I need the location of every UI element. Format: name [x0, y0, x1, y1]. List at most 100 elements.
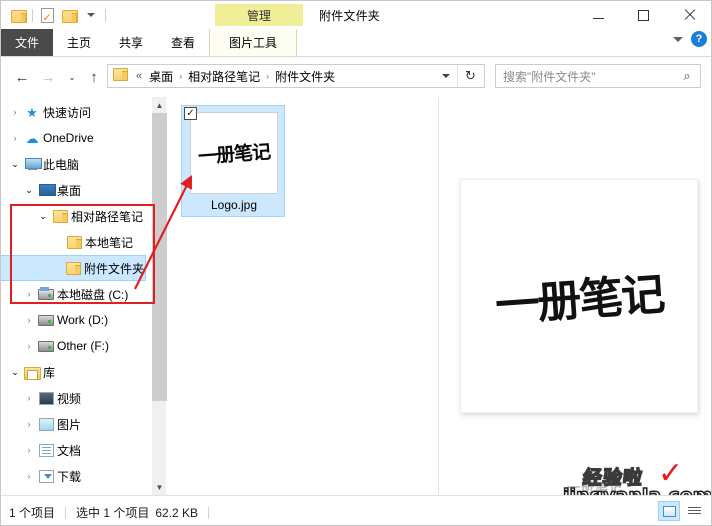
expand-chevron-icon[interactable]: › [21, 341, 37, 351]
tab-file[interactable]: 文件 [1, 29, 54, 56]
breadcrumb-relative-path-notes[interactable]: 相对路径笔记 [185, 67, 263, 86]
status-text-group: 1 个项目 选中 1 个项目 62.2 KB [9, 504, 210, 521]
forward-button[interactable]: → [37, 66, 59, 88]
address-bar[interactable]: « 桌面 › 相对路径笔记 › 附件文件夹 ↻ [107, 64, 485, 88]
title-bar: ✓ 管理 附件文件夹 [1, 1, 711, 29]
expand-chevron-icon[interactable]: › [21, 393, 37, 403]
thumbnail-text: 一册笔记 [197, 141, 271, 168]
tree-item-label: 桌面 [57, 183, 82, 198]
toolbar-divider [32, 8, 33, 22]
collapse-chevron-icon[interactable]: ⌄ [7, 159, 23, 170]
scrollbar-thumb[interactable] [152, 113, 167, 401]
toolbar-divider-2 [105, 8, 106, 22]
file-name-label: Logo.jpg [210, 198, 258, 212]
view-large-icons-button[interactable] [658, 501, 680, 521]
view-details-button[interactable] [683, 501, 705, 521]
tree-item-local-notes[interactable]: 本地笔记 [1, 229, 151, 255]
address-history-dropdown[interactable] [436, 65, 456, 87]
status-divider-2 [208, 506, 210, 519]
tree-item-other-f[interactable]: › Other (F:) [1, 333, 151, 359]
maximize-button[interactable] [621, 1, 666, 29]
tree-item-desktop[interactable]: ⌄ 桌面 [1, 177, 151, 203]
tree-item-downloads[interactable]: › 下载 [1, 463, 151, 489]
recent-locations-button[interactable]: ⌄ [61, 66, 83, 88]
search-icon[interactable]: ⌕ [674, 68, 700, 84]
close-button[interactable] [666, 1, 711, 29]
navigation-scrollbar[interactable]: ▲ ▼ [151, 97, 167, 495]
expand-chevron-icon[interactable]: › [21, 419, 37, 429]
minimize-button[interactable] [576, 1, 621, 29]
search-box[interactable]: 搜索"附件文件夹" ⌕ [495, 64, 701, 88]
tab-picture-tools[interactable]: 图片工具 [209, 29, 298, 56]
collapse-chevron-icon[interactable]: ⌄ [35, 211, 51, 222]
up-button[interactable]: ↑ [83, 66, 105, 88]
breadcrumb-desktop[interactable]: 桌面 [146, 67, 176, 86]
scroll-down-icon[interactable]: ▼ [152, 479, 167, 495]
tree-item-local-disk-c[interactable]: › 本地磁盘 (C:) [1, 281, 151, 307]
expand-chevron-icon[interactable]: › [7, 133, 23, 143]
breadcrumb-chevron-1[interactable]: › [179, 71, 182, 81]
tree-item-label: 图片 [57, 417, 82, 432]
status-selection: 选中 1 个项目 [76, 506, 150, 520]
tree-item-libraries[interactable]: ⌄ 库 [1, 359, 151, 385]
tree-item-relative-path-notes[interactable]: ⌄ 相对路径笔记 [1, 203, 151, 229]
file-checkbox[interactable]: ✓ [184, 107, 197, 120]
help-icon[interactable]: ? [691, 31, 707, 47]
new-folder-icon[interactable] [58, 4, 80, 26]
tab-share-label: 共享 [119, 36, 144, 50]
expand-chevron-icon[interactable]: › [21, 289, 37, 299]
tab-view[interactable]: 查看 [157, 29, 209, 56]
tree-item-onedrive[interactable]: › ☁ OneDrive [1, 125, 151, 151]
address-bar-row: ← → ⌄ ↑ « 桌面 › 相对路径笔记 › 附件文件夹 ↻ 搜索"附件文件夹… [1, 58, 711, 95]
drive-icon [37, 286, 55, 300]
preview-pane: 一册笔记 [439, 97, 711, 495]
refresh-icon[interactable]: ↻ [457, 65, 483, 87]
folder-icon [64, 262, 82, 275]
tree-item-documents[interactable]: › 文档 [1, 437, 151, 463]
tree-item-label: 快速访问 [43, 105, 92, 120]
file-thumbnail: 一册笔记 [190, 112, 278, 194]
tree-item-label: OneDrive [43, 131, 94, 145]
ribbon-tabs: 文件 主页 共享 查看 图片工具 [1, 29, 298, 56]
tree-item-attachment-folder[interactable]: 附件文件夹 [1, 255, 146, 281]
tab-home-label: 主页 [67, 36, 92, 50]
tab-file-label: 文件 [15, 36, 40, 50]
tab-share[interactable]: 共享 [105, 29, 157, 56]
properties-icon[interactable]: ✓ [36, 4, 58, 26]
tree-item-label: 视频 [57, 391, 82, 406]
breadcrumb-overflow-icon[interactable]: « [136, 70, 142, 82]
chevron-down-icon[interactable] [673, 36, 683, 42]
file-list-view[interactable]: 一册笔记 ✓ Logo.jpg [167, 97, 438, 495]
status-bar: 1 个项目 选中 1 个项目 62.2 KB [1, 495, 711, 525]
tree-item-label: 库 [43, 365, 56, 380]
tab-picture-tools-label: 图片工具 [229, 36, 278, 50]
expand-chevron-icon[interactable]: › [21, 445, 37, 455]
tree-item-label: 本地磁盘 (C:) [57, 287, 129, 302]
customize-caret-icon[interactable] [80, 4, 102, 26]
desktop-icon [37, 184, 56, 196]
search-input[interactable]: 搜索"附件文件夹" [496, 68, 674, 85]
tree-item-work-d[interactable]: › Work (D:) [1, 307, 151, 333]
back-button[interactable]: ← [11, 66, 33, 88]
expand-chevron-icon[interactable]: › [21, 471, 37, 481]
preview-image-text: 一册笔记 [493, 269, 665, 332]
tree-item-pictures[interactable]: › 图片 [1, 411, 151, 437]
window-controls [576, 1, 711, 29]
window-title: 附件文件夹 [319, 9, 381, 23]
tree-item-this-pc[interactable]: ⌄ 此电脑 [1, 151, 151, 177]
tree-item-videos[interactable]: › 视频 [1, 385, 151, 411]
scroll-up-icon[interactable]: ▲ [152, 97, 167, 113]
expand-chevron-icon[interactable]: › [21, 315, 37, 325]
collapse-chevron-icon[interactable]: ⌄ [7, 367, 23, 378]
address-folder-icon [113, 67, 128, 85]
file-item-logo[interactable]: 一册笔记 ✓ Logo.jpg [181, 105, 285, 217]
breadcrumb-chevron-2[interactable]: › [266, 71, 269, 81]
tab-home[interactable]: 主页 [53, 29, 105, 56]
breadcrumb-attachment-folder[interactable]: 附件文件夹 [272, 67, 338, 86]
collapse-chevron-icon[interactable]: ⌄ [21, 185, 37, 196]
video-icon [37, 391, 55, 405]
tree-item-quick-access[interactable]: › ★ 快速访问 [1, 99, 151, 125]
cloud-icon: ☁ [25, 130, 39, 146]
folder-icon[interactable] [7, 4, 29, 26]
expand-chevron-icon[interactable]: › [7, 107, 23, 117]
